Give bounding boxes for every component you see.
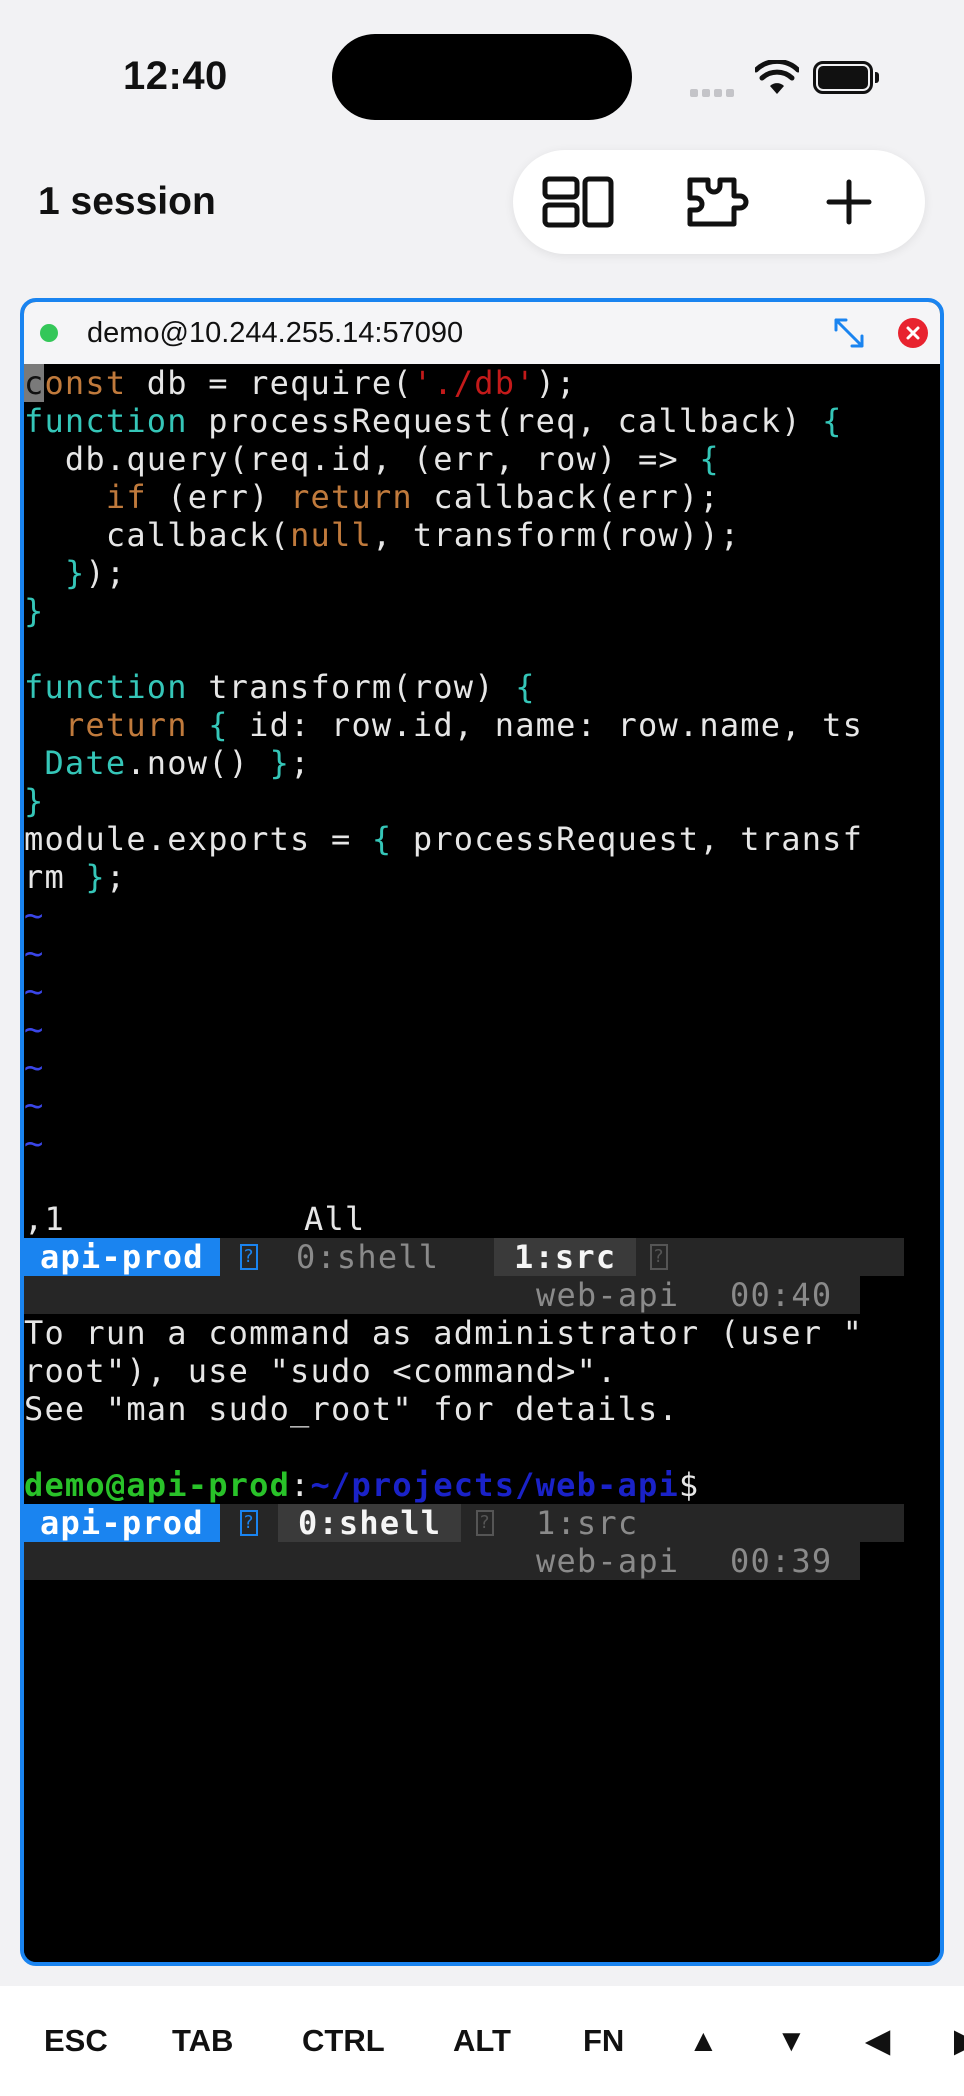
code-line: rm }; — [24, 858, 127, 896]
terminal-title: demo@10.244.255.14:57090 — [87, 317, 464, 349]
new-session-button[interactable] — [809, 168, 889, 236]
tmux-window-shell[interactable]: 0:shell — [296, 1238, 439, 1276]
code-line: module.exports = { processRequest, trans… — [24, 820, 864, 858]
tmux-window-src[interactable]: 1:src — [494, 1238, 637, 1276]
key-fn[interactable]: FN — [583, 1986, 624, 2096]
unknown-glyph-icon: ? — [240, 1244, 258, 1270]
key-alt[interactable]: ALT — [453, 1986, 511, 2096]
tmux-session-name: api-prod — [24, 1238, 220, 1276]
key-arrow-up[interactable]: ▲ — [688, 1986, 719, 2096]
key-esc[interactable]: ESC — [44, 1986, 108, 2096]
code-line: Date.now() }; — [44, 744, 311, 782]
session-count: 1 session — [38, 180, 216, 223]
status-bar: 12:40 — [0, 0, 964, 150]
terminal-titlebar: demo@10.244.255.14:57090 — [24, 302, 940, 364]
code-line: function transform(row) { — [24, 668, 536, 706]
plus-icon — [826, 179, 872, 225]
expand-icon[interactable] — [832, 316, 866, 350]
code-line: const db = require('./db'); — [24, 364, 577, 402]
tmux-session-name: api-prod — [24, 1504, 220, 1542]
empty-line-marker: ~ — [24, 934, 45, 972]
split-view-button[interactable] — [539, 168, 619, 236]
key-tab[interactable]: TAB — [172, 1986, 233, 2096]
empty-line-marker: ~ — [24, 1048, 45, 1086]
tmux-window-src[interactable]: 1:src — [536, 1504, 638, 1542]
battery-icon — [813, 61, 879, 94]
tmux-status-bar: api-prod ? 0:shell ? 1:src — [24, 1504, 904, 1542]
wifi-icon — [755, 60, 799, 94]
session-toolbar — [513, 150, 925, 254]
key-arrow-right[interactable]: ▶ — [954, 1986, 964, 2096]
code-line: if (err) return callback(err); — [105, 478, 720, 516]
unknown-glyph-icon: ? — [650, 1244, 668, 1270]
code-line: function processRequest(req, callback) { — [24, 402, 843, 440]
code-line: }); — [64, 554, 127, 592]
empty-line-marker: ~ — [24, 896, 45, 934]
vim-scroll-position: All — [304, 1200, 366, 1238]
shell-output-line: root"), use "sudo <command>". — [24, 1352, 618, 1390]
tmux-status-right: web-api 00:39 — [24, 1542, 860, 1580]
unknown-glyph-icon: ? — [476, 1510, 494, 1536]
connection-status-dot — [40, 324, 58, 342]
shell-prompt: demo@api-prod:~/projects/web-api$ — [24, 1466, 700, 1504]
key-arrow-down[interactable]: ▼ — [776, 1986, 807, 2096]
code-line: } — [24, 782, 45, 820]
clock: 12:40 — [123, 54, 228, 98]
plugin-icon — [687, 177, 749, 227]
tmux-status-bar: api-prod ? 0:shell 1:src ? — [24, 1238, 904, 1276]
tmux-window-shell[interactable]: 0:shell — [278, 1504, 462, 1542]
empty-line-marker: ~ — [24, 1086, 45, 1124]
shell-output-line: To run a command as administrator (user … — [24, 1314, 864, 1352]
code-line: callback(null, transform(row)); — [24, 516, 741, 554]
tmux-hostname: web-api — [536, 1542, 680, 1580]
key-ctrl[interactable]: CTRL — [302, 1986, 385, 2096]
vim-cursor-position: ,1 — [24, 1200, 65, 1238]
tmux-clock: 00:40 — [730, 1276, 833, 1314]
close-session-button[interactable] — [898, 318, 928, 348]
terminal-window: demo@10.244.255.14:57090 const db = requ… — [20, 298, 944, 1966]
split-view-icon — [542, 176, 614, 228]
code-line: db.query(req.id, (err, row) => { — [24, 440, 720, 478]
code-line: } — [24, 592, 45, 630]
shell-output-line: See "man sudo_root" for details. — [24, 1390, 679, 1428]
tmux-clock: 00:39 — [730, 1542, 833, 1580]
tmux-status-right: web-api 00:40 — [24, 1276, 860, 1314]
empty-line-marker: ~ — [24, 1010, 45, 1048]
tmux-hostname: web-api — [536, 1276, 680, 1314]
empty-line-marker: ~ — [24, 1124, 45, 1162]
unknown-glyph-icon: ? — [240, 1510, 258, 1536]
cellular-signal-icon — [690, 84, 740, 97]
plugin-button[interactable] — [679, 168, 759, 236]
dynamic-island — [332, 34, 632, 120]
terminal-screen[interactable]: const db = require('./db'); function pro… — [24, 364, 940, 1962]
key-arrow-left[interactable]: ◀ — [866, 1986, 890, 2096]
empty-line-marker: ~ — [24, 972, 45, 1010]
extra-keys-bar: ESC TAB CTRL ALT FN ▲ ▼ ◀ ▶ — [0, 1986, 964, 2096]
code-line: return { id: row.id, name: row.name, ts — [64, 706, 864, 744]
close-icon — [906, 326, 920, 340]
